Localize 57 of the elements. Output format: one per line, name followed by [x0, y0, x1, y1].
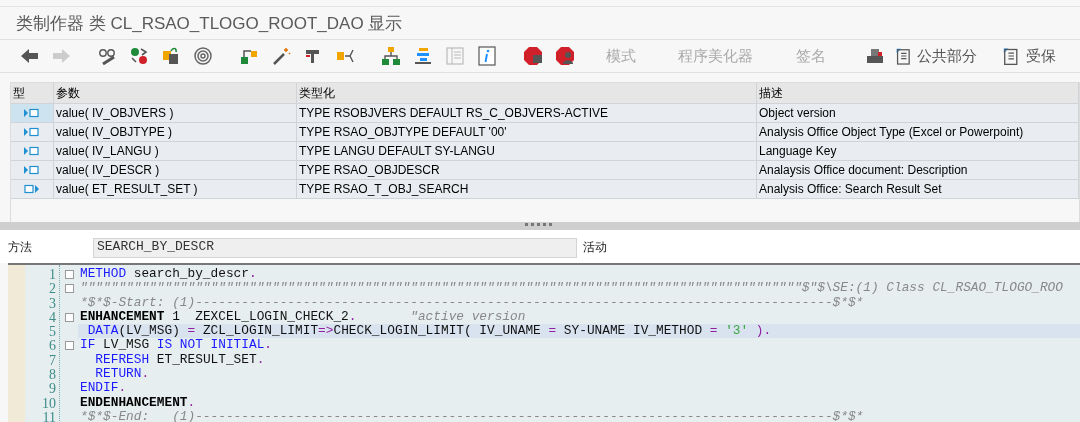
line-number: 2: [48, 281, 57, 296]
code-line: """"""""""""""""""""""""""""""""""""""""""""""""""""""""""""""""""""""""""""""""""""""""""""""$"$\SE:(1) Class CL_RSAO_TLOGO_ROO: [79, 281, 1064, 296]
table-cell: value( IV_OBJTYPE ): [54, 123, 297, 142]
fold-toggle-icon[interactable]: [64, 312, 74, 322]
table-cell: Object version: [757, 104, 1079, 123]
line-number: 6: [48, 338, 57, 353]
code-line: *$*$-End: (1)-----------------------------------------------------------------------------------$*$*: [79, 409, 865, 422]
code-line: ENDIF.: [79, 381, 128, 396]
fold-toggle-icon[interactable]: [64, 283, 74, 293]
code-line: RETURN.: [94, 367, 151, 382]
line-number: 11: [41, 409, 57, 422]
code-line: REFRESH ET_RESULT_SET.: [94, 352, 266, 368]
line-number: 4: [48, 309, 57, 325]
table-cell: Analysis Office Object Type (Excel or Powerpoint): [757, 123, 1079, 142]
table-cell: Analysis Office: Search Result Set: [757, 180, 1079, 199]
line-number: 9: [48, 381, 57, 396]
row-selector[interactable]: [11, 180, 54, 199]
status-text: 活动: [583, 239, 607, 256]
document-icon: [1001, 46, 1020, 66]
fold-toggle-icon[interactable]: [64, 269, 74, 279]
table-cell: value( IV_LANGU ): [54, 142, 297, 161]
table-cell: value( ET_RESULT_SET ): [54, 180, 297, 199]
table-cell: TYPE RSAO_OBJDESCR: [297, 161, 757, 180]
table-cell: TYPE LANGU DEFAULT SY-LANGU: [297, 142, 757, 161]
row-selector[interactable]: [11, 142, 54, 161]
code-line: ENHANCEMENT 1 ZEXCEL_LOGIN_CHECK_2. "active version: [79, 309, 526, 325]
table-cell: TYPE RSOBJVERS DEFAULT RS_C_OBJVERS-ACTIVE: [297, 104, 757, 123]
line-number: 3: [48, 295, 57, 310]
field-label: 方法: [7, 239, 33, 256]
table-cell: value( IV_DESCR ): [54, 161, 297, 180]
line-number: 10: [41, 395, 57, 410]
line-number: 1: [48, 267, 57, 282]
column-header[interactable]: 描述: [757, 83, 1079, 104]
fold-toggle-icon[interactable]: [64, 341, 74, 351]
column-header[interactable]: 参数: [54, 83, 297, 104]
row-selector[interactable]: [11, 123, 54, 142]
table-cell: TYPE RSAO_T_OBJ_SEARCH: [297, 180, 757, 199]
line-number: 5: [48, 324, 57, 339]
table-cell: Analaysis Office document: Description: [757, 161, 1079, 180]
table-cell: value( IV_OBJVERS ): [54, 104, 297, 123]
window-title: 类制作器 类 CL_RSAO_TLOGO_ROOT_DAO 显示: [16, 14, 403, 33]
table-cell: TYPE RSAO_OBJTYPE DEFAULT '00': [297, 123, 757, 142]
row-selector[interactable]: [11, 161, 54, 180]
toolbar-button[interactable]: 公共部分: [893, 43, 978, 69]
column-header[interactable]: 型: [11, 83, 54, 104]
row-selector[interactable]: [11, 104, 54, 123]
line-number: 7: [48, 352, 57, 368]
line-number: 8: [48, 367, 57, 382]
code-line: *$*$-Start: (1)-----------------------------------------------------------------------------------$*$*: [79, 295, 865, 310]
code-line: IF LV_MSG IS NOT INITIAL.: [79, 338, 273, 353]
code-line: METHOD search_by_descr.: [79, 267, 258, 282]
code-line: ENDENHANCEMENT.: [79, 395, 197, 410]
splitter-handle[interactable]: [525, 223, 555, 226]
method-field[interactable]: SEARCH_BY_DESCR: [93, 237, 577, 258]
column-header[interactable]: 类型化: [297, 83, 757, 104]
table-cell: Language Key: [757, 142, 1079, 161]
toolbar-button[interactable]: 受保: [1001, 43, 1056, 69]
